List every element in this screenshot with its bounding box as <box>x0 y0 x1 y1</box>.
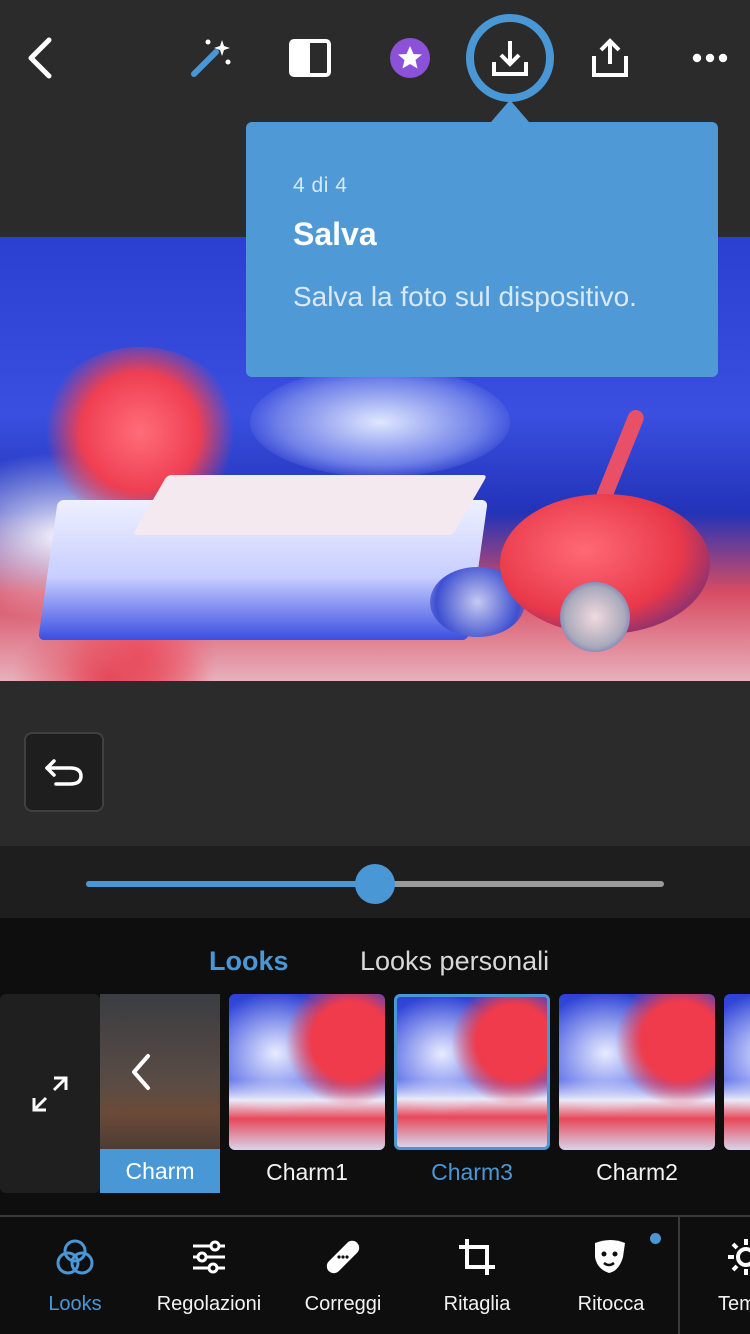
bottom-nav: Looks Regolazioni Correggi Ritaglia Rito… <box>0 1217 750 1334</box>
share-icon <box>592 38 628 77</box>
nav-item-correggi[interactable]: Correggi <box>276 1217 410 1334</box>
photo-leaves <box>250 367 510 477</box>
tooltip-title: Salva <box>293 216 377 252</box>
expand-icon <box>32 1076 68 1111</box>
gear-icon <box>726 1237 750 1277</box>
slider-fill <box>86 881 375 887</box>
save-button[interactable] <box>466 14 554 102</box>
nav-label: Tem <box>718 1293 750 1315</box>
chevron-left-icon <box>28 37 52 79</box>
look-label: Charm1 <box>266 1159 348 1185</box>
tooltip-step: 4 di 4 <box>293 174 348 197</box>
share-button[interactable] <box>580 28 640 88</box>
auto-enhance-button[interactable] <box>180 28 240 88</box>
look-item-charm2[interactable]: Charm2 <box>559 994 715 1193</box>
look-thumbnail <box>724 994 750 1150</box>
nav-item-regolazioni[interactable]: Regolazioni <box>142 1217 276 1334</box>
look-thumbnail <box>394 994 550 1150</box>
tooltip-body: Salva la foto sul dispositivo. <box>293 281 637 312</box>
photo-book-top <box>132 475 488 535</box>
sliders-icon <box>189 1237 229 1277</box>
compare-icon <box>289 39 331 77</box>
look-label: Charm3 <box>431 1159 513 1185</box>
magic-wand-icon <box>191 39 231 77</box>
look-item-partial[interactable] <box>724 994 750 1193</box>
tab-looks-personali[interactable]: Looks personali <box>360 946 549 977</box>
more-button[interactable] <box>680 28 740 88</box>
nav-item-temi[interactable]: Tem <box>678 1217 750 1334</box>
look-label: Charm2 <box>596 1159 678 1185</box>
look-thumbnail <box>229 994 385 1150</box>
looks-icon <box>55 1237 95 1277</box>
more-icon <box>692 53 728 63</box>
intensity-slider-band <box>0 846 750 918</box>
crop-icon <box>457 1237 497 1277</box>
coach-tooltip[interactable]: 4 di 4 Salva Salva la foto sul dispositi… <box>246 122 718 377</box>
nav-item-looks[interactable]: Looks <box>8 1217 142 1334</box>
tab-looks[interactable]: Looks <box>209 946 289 977</box>
back-button[interactable] <box>10 28 70 88</box>
photo-pumpkin-stem <box>593 407 647 507</box>
intensity-slider[interactable] <box>86 864 664 904</box>
looks-panel: Looks Looks personali Charm Charm1 Charm… <box>0 918 750 1215</box>
undo-icon <box>45 759 83 786</box>
expand-button[interactable] <box>0 994 100 1193</box>
star-badge-icon <box>390 38 430 78</box>
look-group-back[interactable]: Charm <box>100 994 220 1193</box>
top-toolbar <box>0 0 750 120</box>
nav-item-ritaglia[interactable]: Ritaglia <box>410 1217 544 1334</box>
look-item-charm3[interactable]: Charm3 <box>394 994 550 1193</box>
compare-button[interactable] <box>280 28 340 88</box>
chevron-left-icon <box>132 1054 150 1090</box>
nav-label: Ritocca <box>577 1293 645 1315</box>
tooltip-arrow <box>491 100 529 122</box>
look-item-charm1[interactable]: Charm1 <box>229 994 385 1193</box>
look-group-label: Charm <box>100 1149 220 1193</box>
slider-knob[interactable] <box>355 864 395 904</box>
photo-pinecone-small <box>560 582 630 652</box>
bandage-icon <box>323 1237 363 1277</box>
premium-button[interactable] <box>380 28 440 88</box>
look-thumbnail <box>559 994 715 1150</box>
undo-button[interactable] <box>24 732 104 812</box>
download-icon <box>492 41 528 76</box>
retouch-icon <box>591 1237 631 1277</box>
new-badge-dot <box>650 1233 661 1244</box>
